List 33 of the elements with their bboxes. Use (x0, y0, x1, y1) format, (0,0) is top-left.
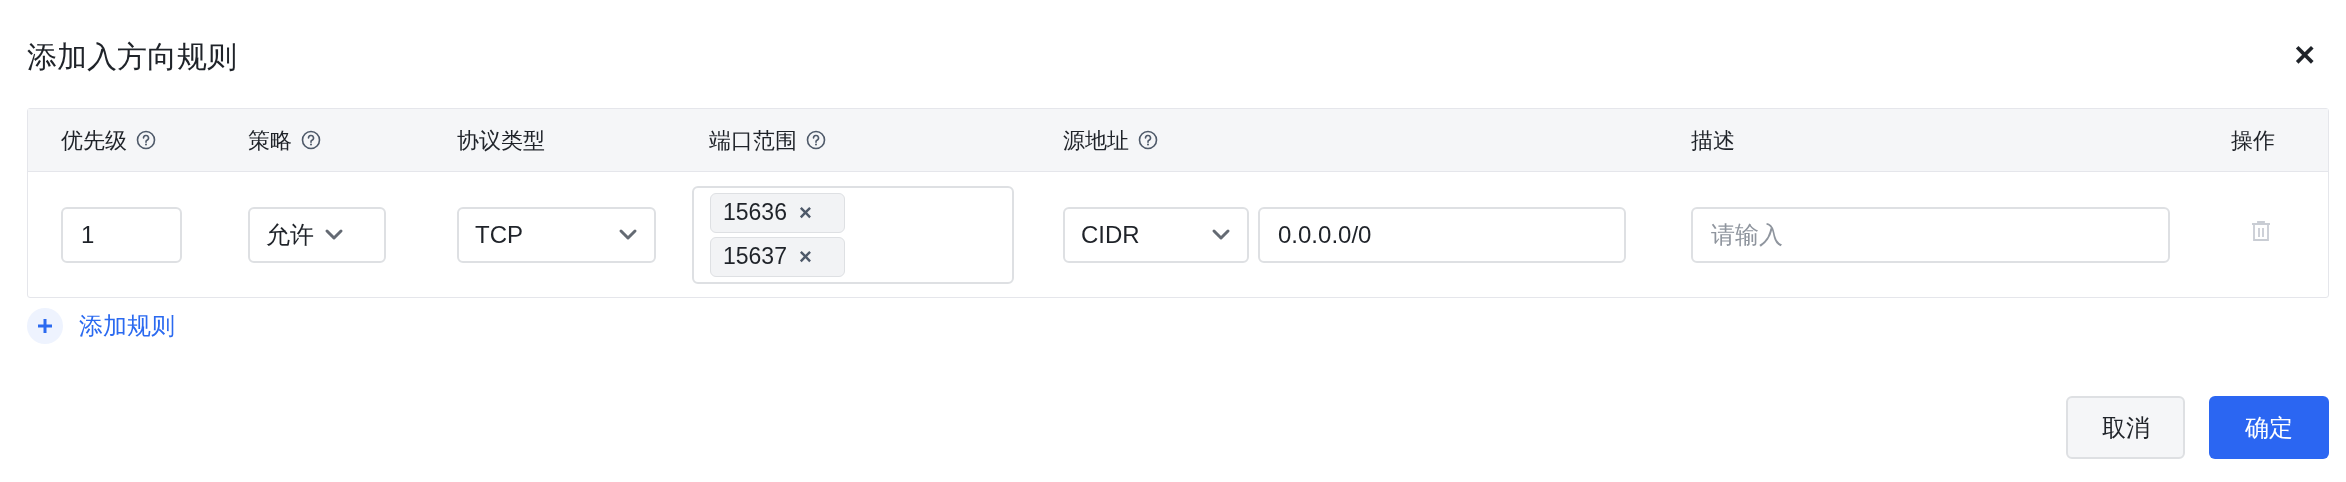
chevron-down-icon (618, 227, 638, 242)
help-icon (806, 130, 826, 150)
column-header: 操作 (2231, 126, 2275, 155)
chevron-down-icon (1211, 227, 1231, 242)
trash-icon (2251, 220, 2271, 242)
chevron-down-icon (324, 227, 344, 242)
help-icon (1138, 130, 1158, 150)
column-header: 策略 (248, 126, 292, 155)
port-tag: 15636 × (710, 192, 845, 233)
source-address-field[interactable]: 0.0.0.0/0 (1258, 206, 1626, 263)
column-header: 优先级 (61, 126, 127, 155)
description-field[interactable]: 请输入 (1691, 206, 2170, 263)
help-icon (136, 130, 156, 150)
remove-tag-button[interactable]: × (798, 245, 812, 268)
confirm-button[interactable]: 确定 (2209, 396, 2329, 459)
port-tag: 15637 × (710, 236, 845, 277)
priority-field[interactable]: 1 (61, 206, 182, 263)
dialog-title: 添加入方向规则 (27, 38, 237, 75)
close-button[interactable]: ✕ (2293, 42, 2316, 70)
cancel-button[interactable]: 取消 (2066, 396, 2185, 459)
port-range-field[interactable]: 15636 × 15637 × (692, 185, 1014, 284)
column-header: 描述 (1691, 126, 1735, 155)
delete-button[interactable] (2251, 220, 2271, 242)
protocol-select[interactable]: TCP (457, 206, 656, 263)
column-header: 源地址 (1063, 126, 1129, 155)
column-header: 端口范围 (709, 126, 797, 155)
help-icon (301, 130, 321, 150)
plus-icon (37, 318, 53, 334)
add-rule-link[interactable]: 添加规则 (27, 308, 175, 344)
column-header: 协议类型 (457, 126, 545, 155)
policy-select[interactable]: 允许 (248, 206, 386, 263)
remove-tag-button[interactable]: × (798, 201, 812, 224)
source-type-select[interactable]: CIDR (1063, 206, 1249, 263)
